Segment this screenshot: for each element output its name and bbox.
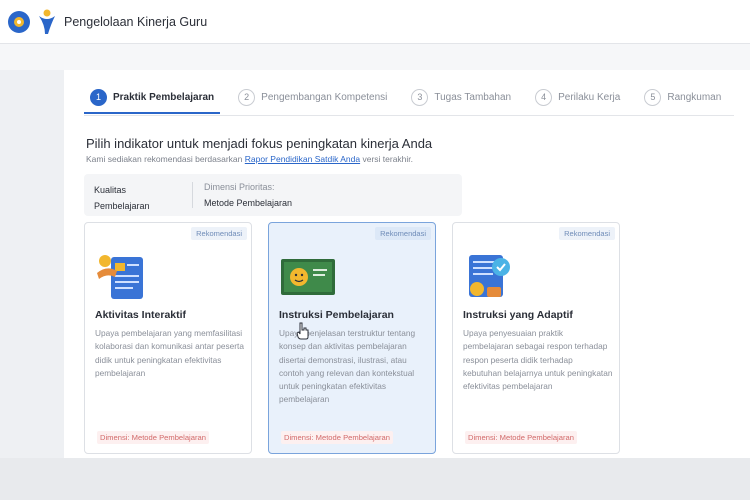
instruction-board-illustration-icon: [281, 259, 335, 295]
step-label: Pengembangan Kompetensi: [261, 91, 388, 103]
rapor-link[interactable]: Rapor Pendidikan Satdik Anda: [245, 154, 360, 164]
card-description: Upaya pembelajaran yang memfasilitasi ko…: [95, 328, 244, 378]
dimension-tag: Dimensi: Metode Pembelajaran: [281, 431, 393, 444]
step-pengembangan-kompetensi[interactable]: 2 Pengembangan Kompetensi: [232, 82, 393, 112]
indicator-card-instruksi-adaptif[interactable]: Rekomendasi Instruksi yang Adaptif Upaya…: [452, 222, 620, 454]
step-number: 5: [644, 88, 662, 106]
cursor-hand-icon: [296, 322, 309, 340]
priority-info-box: Kualitas Pembelajaran Dimensi Prioritas:…: [84, 174, 462, 216]
step-number: 4: [535, 88, 553, 106]
step-label: Perilaku Kerja: [558, 91, 621, 103]
recommendation-badge: Rekomendasi: [375, 227, 431, 240]
tut-wuri-figure-icon: [39, 9, 55, 34]
priority-dimension-label: Dimensi Prioritas:: [204, 182, 275, 192]
step-label: Praktik Pembelajaran: [113, 91, 215, 103]
step-label: Tugas Tambahan: [434, 91, 512, 103]
step-number: 2: [238, 88, 256, 106]
dimension-tag: Dimensi: Metode Pembelajaran: [97, 431, 209, 444]
recommendation-badge: Rekomendasi: [559, 227, 615, 240]
bottom-bar: [0, 458, 750, 500]
note-text: Kami sediakan rekomendasi berdasarkan: [86, 154, 243, 164]
app-title: Pengelolaan Kinerja Guru: [64, 15, 208, 29]
recommendation-note: Kami sediakan rekomendasi berdasarkan Ra…: [86, 154, 413, 164]
info-divider: [192, 182, 193, 208]
step-number: 1: [90, 88, 107, 106]
kemdikbud-logo-icon[interactable]: [8, 11, 30, 33]
priority-dimension-value: Metode Pembelajaran: [204, 198, 293, 208]
quality-label: Kualitas Pembelajaran: [94, 185, 150, 211]
step-tugas-tambahan[interactable]: 3 Tugas Tambahan: [405, 82, 517, 112]
interactive-activity-illustration-icon: [97, 255, 143, 299]
card-description: Upaya penyesuaian praktik pembelajaran s…: [463, 328, 613, 392]
page-heading: Pilih indikator untuk menjadi fokus peni…: [86, 136, 433, 151]
step-rangkuman[interactable]: 5 Rangkuman: [638, 82, 727, 112]
indicator-card-aktivitas-interaktif[interactable]: Rekomendasi Aktivitas Interaktif Upaya p…: [84, 222, 252, 454]
step-label: Rangkuman: [667, 91, 722, 103]
note-suffix: versi terakhir.: [362, 154, 414, 164]
step-number: 3: [411, 88, 429, 106]
stepper-divider: [84, 115, 734, 116]
top-bar: Pengelolaan Kinerja Guru: [0, 0, 750, 44]
step-praktik-pembelajaran[interactable]: 1 Praktik Pembelajaran: [84, 82, 221, 114]
step-perilaku-kerja[interactable]: 4 Perilaku Kerja: [529, 82, 626, 112]
adaptive-instruction-illustration-icon: [469, 255, 510, 297]
card-title: Instruksi Pembelajaran: [279, 309, 394, 321]
recommendation-badge: Rekomendasi: [191, 227, 247, 240]
card-title: Aktivitas Interaktif: [95, 309, 187, 321]
page-background: [0, 44, 750, 70]
main-panel: 1 Praktik Pembelajaran 2 Pengembangan Ko…: [64, 70, 750, 458]
dimension-tag: Dimensi: Metode Pembelajaran: [465, 431, 577, 444]
stepper: 1 Praktik Pembelajaran 2 Pengembangan Ko…: [84, 82, 727, 114]
card-title: Instruksi yang Adaptif: [463, 309, 573, 321]
indicator-card-instruksi-pembelajaran[interactable]: Rekomendasi Instruksi Pembelajaran Upaya…: [268, 222, 436, 454]
